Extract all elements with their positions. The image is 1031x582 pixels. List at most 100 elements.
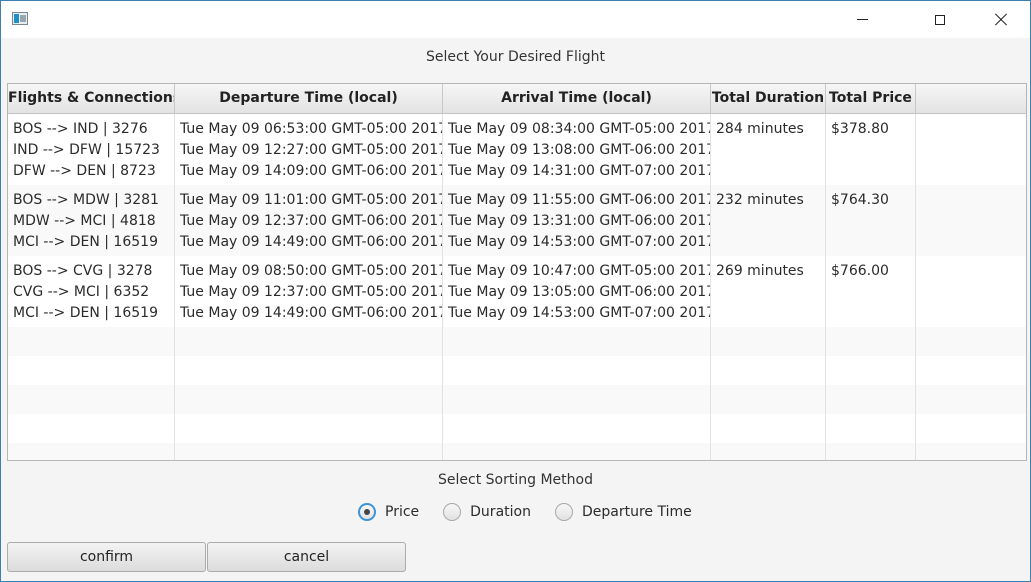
arrival-cell-line: Tue May 09 10:47:00 GMT-05:00 2017 [448, 263, 711, 279]
minimize-icon [856, 19, 868, 20]
arrival-cell-line: Tue May 09 13:31:00 GMT-06:00 2017 [448, 213, 711, 229]
minimize-button[interactable] [839, 1, 885, 38]
arrival-cell-line: Tue May 09 13:05:00 GMT-06:00 2017 [448, 284, 711, 300]
departure-cell: Tue May 09 08:50:00 GMT-05:00 2017 Tue Ma… [175, 256, 443, 327]
radio-button-icon[interactable] [554, 503, 573, 521]
empty-cell [175, 443, 443, 460]
price-cell: $378.80 [826, 114, 916, 185]
arrival-cell-line: Tue May 09 14:31:00 GMT-07:00 2017 [448, 163, 711, 179]
empty-cell [443, 385, 711, 414]
empty-cell [826, 385, 916, 414]
radio-button-icon[interactable] [443, 503, 462, 521]
filler-cell [916, 185, 1026, 256]
sorting-title: Select Sorting Method [438, 472, 593, 488]
empty-cell [8, 443, 175, 460]
empty-cell [175, 327, 443, 356]
arrival-cell-line: Tue May 09 08:34:00 GMT-05:00 2017 [448, 121, 711, 137]
empty-cell [443, 414, 711, 443]
empty-cell [175, 385, 443, 414]
column-header-price[interactable]: Total Price [826, 84, 916, 113]
empty-cell [443, 356, 711, 385]
empty-cell [711, 385, 826, 414]
maximize-button[interactable] [917, 1, 963, 38]
arrival-cell: Tue May 09 10:47:00 GMT-05:00 2017 Tue Ma… [443, 256, 711, 327]
empty-cell [826, 443, 916, 460]
flights-cell-line: MDW --> MCI | 4818 [13, 213, 156, 229]
empty-cell [175, 356, 443, 385]
arrival-cell: Tue May 09 11:55:00 GMT-06:00 2017 Tue Ma… [443, 185, 711, 256]
table-row[interactable]: BOS --> MDW | 3281 MDW --> MCI | 4818 MCI … [8, 185, 1026, 257]
column-header-duration[interactable]: Total Duration [711, 84, 826, 113]
empty-table-row [8, 443, 1026, 460]
flights-cell-line: BOS --> CVG | 3278 [13, 263, 153, 279]
maximize-icon [935, 14, 945, 25]
flights-cell: BOS --> MDW | 3281 MDW --> MCI | 4818 MCI … [8, 185, 175, 256]
radio-label: Duration [470, 504, 531, 520]
dialog-title: Select Your Desired Flight [425, 49, 606, 65]
departure-cell-line: Tue May 09 12:37:00 GMT-05:00 2017 [180, 284, 443, 300]
filler-cell [916, 256, 1026, 327]
empty-cell [8, 356, 175, 385]
departure-cell: Tue May 09 06:53:00 GMT-05:00 2017 Tue Ma… [175, 114, 443, 185]
table-row[interactable]: BOS --> CVG | 3278 CVG --> MCI | 6352 MCI … [8, 256, 1026, 328]
departure-cell-line: Tue May 09 12:37:00 GMT-06:00 2017 [180, 213, 443, 229]
empty-cell [711, 443, 826, 460]
empty-cell [711, 356, 826, 385]
empty-table-row [8, 385, 1026, 415]
departure-cell: Tue May 09 11:01:00 GMT-05:00 2017 Tue Ma… [175, 185, 443, 256]
empty-cell [711, 414, 826, 443]
empty-cell [916, 443, 1026, 460]
arrival-cell: Tue May 09 08:34:00 GMT-05:00 2017 Tue Ma… [443, 114, 711, 185]
empty-cell [711, 327, 826, 356]
column-header-flights[interactable]: Flights & Connections [8, 84, 175, 113]
column-header-departure[interactable]: Departure Time (local) [175, 84, 443, 113]
table-row[interactable]: BOS --> IND | 3276 IND --> DFW | 15723 DFW… [8, 114, 1026, 186]
close-button[interactable] [978, 1, 1024, 38]
departure-cell-line: Tue May 09 14:09:00 GMT-06:00 2017 [180, 163, 443, 179]
flights-cell: BOS --> IND | 3276 IND --> DFW | 15723 DFW… [8, 114, 175, 185]
arrival-cell-line: Tue May 09 14:53:00 GMT-07:00 2017 [448, 305, 711, 321]
radio-label: Departure Time [581, 504, 692, 520]
flight-selection-window: Select Your Desired Flight Flights & Con… [0, 0, 1031, 582]
departure-cell-line: Tue May 09 08:50:00 GMT-05:00 2017 [180, 263, 443, 279]
sort-by-duration-radio[interactable]: Duration [443, 503, 531, 521]
table-header: Flights & Connections Departure Time (lo… [8, 84, 1026, 114]
java-app-icon [12, 12, 28, 25]
column-header-arrival[interactable]: Arrival Time (local) [443, 84, 711, 113]
empty-cell [8, 327, 175, 356]
filler-cell [916, 114, 1026, 185]
empty-cell [826, 414, 916, 443]
duration-cell: 284 minutes [711, 114, 826, 185]
radio-button-icon[interactable] [358, 503, 376, 521]
empty-cell [916, 385, 1026, 414]
departure-cell-line: Tue May 09 14:49:00 GMT-06:00 2017 [180, 305, 443, 321]
radio-label: Price [385, 504, 420, 520]
title-bar[interactable] [1, 1, 1030, 38]
departure-cell-line: Tue May 09 14:49:00 GMT-06:00 2017 [180, 234, 443, 250]
sort-by-departure-time-radio[interactable]: Departure Time [554, 503, 692, 521]
column-header-filler [916, 84, 1026, 113]
confirm-button[interactable]: confirm [7, 542, 206, 572]
flights-table[interactable]: Flights & Connections Departure Time (lo… [7, 83, 1027, 461]
duration-cell: 232 minutes [711, 185, 826, 256]
departure-cell-line: Tue May 09 06:53:00 GMT-05:00 2017 [180, 121, 443, 137]
price-cell: $766.00 [826, 256, 916, 327]
sorting-radio-group: Price Duration Departure Time [358, 501, 716, 523]
empty-table-row [8, 356, 1026, 386]
empty-cell [916, 327, 1026, 356]
flights-cell-line: CVG --> MCI | 6352 [13, 284, 150, 300]
price-cell: $764.30 [826, 185, 916, 256]
empty-cell [916, 356, 1026, 385]
empty-cell [443, 443, 711, 460]
flights-cell-line: MCI --> DEN | 16519 [13, 305, 158, 321]
duration-cell: 269 minutes [711, 256, 826, 327]
arrival-cell-line: Tue May 09 11:55:00 GMT-06:00 2017 [448, 192, 711, 208]
flights-cell-line: MCI --> DEN | 16519 [13, 234, 158, 250]
empty-cell [175, 414, 443, 443]
cancel-button[interactable]: cancel [207, 542, 406, 572]
flights-cell-line: IND --> DFW | 15723 [13, 142, 160, 158]
empty-table-row [8, 414, 1026, 444]
sort-by-price-radio[interactable]: Price [358, 503, 419, 521]
flights-cell: BOS --> CVG | 3278 CVG --> MCI | 6352 MCI … [8, 256, 175, 327]
departure-cell-line: Tue May 09 12:27:00 GMT-05:00 2017 [180, 142, 443, 158]
